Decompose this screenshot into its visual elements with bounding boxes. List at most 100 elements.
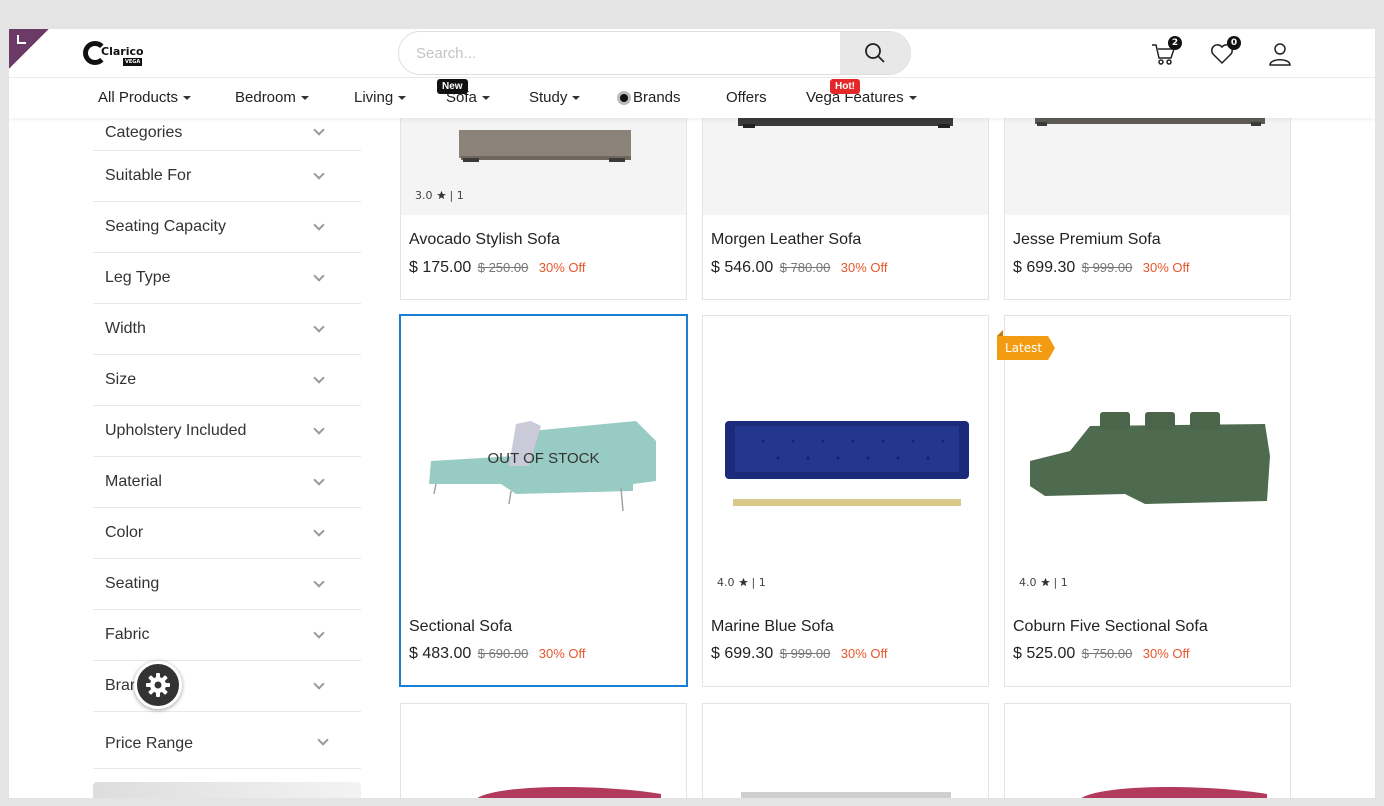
old-price: $ 780.00 — [779, 260, 831, 275]
filter-label: Size — [105, 371, 137, 388]
product-card[interactable] — [1004, 703, 1291, 798]
price-row: $ 546.00 $ 780.00 30% Off — [711, 259, 888, 277]
user-icon — [1269, 43, 1291, 66]
price-row: $ 699.30 $ 999.00 30% Off — [711, 645, 888, 663]
cart-button[interactable]: 2 — [1150, 36, 1182, 67]
caret-down-icon — [300, 96, 309, 101]
chevron-down-icon — [313, 627, 325, 639]
product-image[interactable] — [703, 316, 988, 596]
wishlist-count-badge: 0 — [1227, 36, 1241, 50]
product-image[interactable]: OUT OF STOCK — [401, 316, 686, 596]
out-of-stock-label: OUT OF STOCK — [487, 450, 600, 467]
old-price: $ 690.00 — [477, 646, 529, 661]
review-count: | 1 — [1053, 576, 1068, 589]
filter-categories[interactable]: Categories — [93, 118, 361, 151]
chevron-down-icon — [313, 124, 325, 136]
chevron-down-icon — [313, 219, 325, 231]
chevron-down-icon — [313, 474, 325, 486]
chevron-down-icon — [317, 734, 329, 746]
rating-value: 4.0 — [1019, 576, 1037, 589]
product-card[interactable]: OUT OF STOCK Sectional Sofa $ 483.00 $ 6… — [399, 314, 688, 687]
discount: 30% Off — [840, 646, 888, 661]
filter-label: Upholstery Included — [105, 422, 247, 439]
nav-study[interactable]: Study — [529, 89, 581, 106]
product-card[interactable]: 4.0 | 1 Coburn Five Sectional Sofa $ 525… — [1004, 315, 1291, 687]
price-row: $ 175.00 $ 250.00 30% Off — [409, 259, 586, 277]
product-name[interactable]: Coburn Five Sectional Sofa — [1013, 618, 1208, 636]
caret-down-icon — [481, 96, 490, 101]
nav-living[interactable]: Living — [354, 89, 407, 106]
hot-tag: Hot! — [830, 79, 860, 94]
review-count: | 1 — [751, 576, 766, 589]
product-name[interactable]: Marine Blue Sofa — [711, 618, 834, 636]
new-tag: New — [437, 79, 468, 94]
latest-ribbon: Latest — [997, 336, 1055, 360]
rating-value: 3.0 — [415, 189, 433, 202]
discount: 30% Off — [1142, 646, 1190, 661]
product-rating: 3.0 | 1 — [415, 189, 464, 202]
account-button[interactable] — [1267, 41, 1293, 67]
filter-label: Price Range — [105, 735, 194, 752]
filter-upholstery-included[interactable]: Upholstery Included — [93, 406, 361, 457]
nav-brands[interactable]: Brands — [617, 89, 681, 106]
price: $ 699.30 — [1013, 259, 1076, 276]
nav-label: Offers — [726, 89, 767, 106]
search-input[interactable] — [399, 32, 842, 74]
filter-seating-capacity[interactable]: Seating Capacity — [93, 202, 361, 253]
page-frame: Clarico VEGA 2 0 All Products Bedroom Li… — [9, 29, 1375, 798]
filter-fabric[interactable]: Fabric — [93, 610, 361, 661]
review-count: | 1 — [449, 189, 464, 202]
nav-sofa[interactable]: New Sofa — [437, 79, 490, 106]
filter-suitable-for[interactable]: Suitable For — [93, 151, 361, 202]
price-row: $ 483.00 $ 690.00 30% Off — [409, 645, 586, 663]
product-name[interactable]: Avocado Stylish Sofa — [409, 231, 560, 249]
search-button[interactable] — [840, 32, 910, 74]
settings-button[interactable] — [134, 661, 182, 709]
nav-offers[interactable]: Offers — [726, 89, 767, 106]
product-name[interactable]: Sectional Sofa — [409, 618, 512, 636]
product-rating: 4.0 | 1 — [1019, 576, 1068, 589]
site-logo[interactable]: Clarico VEGA — [83, 39, 149, 67]
filter-label: Color — [105, 524, 144, 541]
nav-vega-features[interactable]: Hot! Vega Features — [806, 79, 917, 106]
nav-label: Living — [354, 89, 394, 106]
nav-label: All Products — [98, 89, 179, 106]
product-name[interactable]: Morgen Leather Sofa — [711, 231, 861, 249]
price-row: $ 525.00 $ 750.00 30% Off — [1013, 645, 1190, 663]
wishlist-button[interactable]: 0 — [1209, 36, 1241, 67]
nav-all-products[interactable]: All Products — [98, 89, 192, 106]
sofa-image — [725, 421, 969, 506]
sofa-image — [741, 792, 951, 798]
filter-color[interactable]: Color — [93, 508, 361, 559]
discount: 30% Off — [538, 260, 586, 275]
filter-label: Material — [105, 473, 162, 490]
discount: 30% Off — [1142, 260, 1190, 275]
discount: 30% Off — [538, 646, 586, 661]
nav-label: Brands — [633, 89, 681, 106]
filter-material[interactable]: Material — [93, 457, 361, 508]
corner-toggle[interactable] — [9, 29, 49, 69]
main-nav: All Products Bedroom Living New Sofa Stu… — [9, 78, 1375, 118]
logo-sub: VEGA — [123, 58, 143, 66]
star-icon — [436, 190, 446, 200]
chevron-down-icon — [313, 678, 325, 690]
filter-size[interactable]: Size — [93, 355, 361, 406]
chevron-down-icon — [313, 168, 325, 180]
sidebar-banner[interactable] — [93, 782, 361, 798]
sofa-image — [477, 787, 661, 798]
product-card[interactable] — [702, 703, 989, 798]
filter-seating[interactable]: Seating — [93, 559, 361, 610]
price: $ 546.00 — [711, 259, 774, 276]
filter-sidebar: Categories Suitable For Seating Capacity… — [93, 118, 361, 769]
filter-leg-type[interactable]: Leg Type — [93, 253, 361, 304]
product-name[interactable]: Jesse Premium Sofa — [1013, 231, 1161, 249]
filter-price-range[interactable]: Price Range — [93, 712, 361, 769]
star-icon — [738, 577, 748, 587]
filter-width[interactable]: Width — [93, 304, 361, 355]
nav-bedroom[interactable]: Bedroom — [235, 89, 309, 106]
filter-label: Categories — [105, 124, 183, 141]
chevron-down-icon — [313, 321, 325, 333]
brands-dot-icon — [617, 91, 631, 106]
product-card[interactable]: 4.0 | 1 Marine Blue Sofa $ 699.30 $ 999.… — [702, 315, 989, 687]
product-card[interactable] — [400, 703, 687, 798]
